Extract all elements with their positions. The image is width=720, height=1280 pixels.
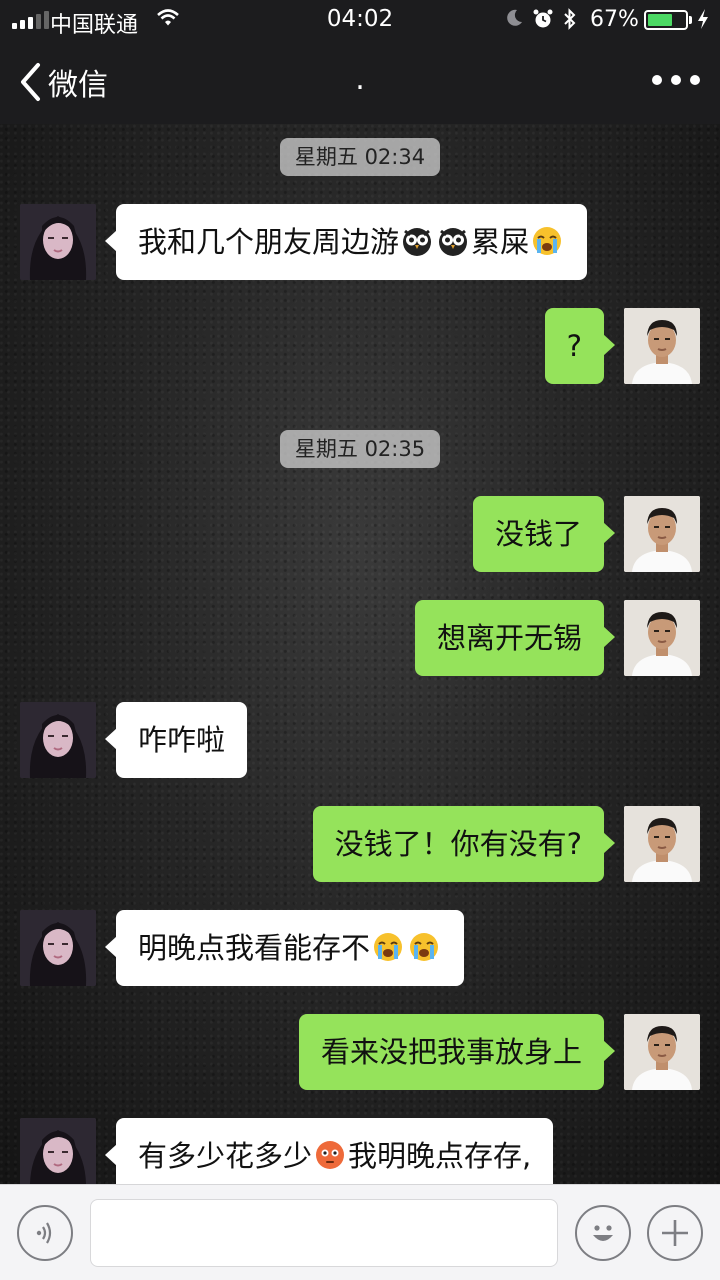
my-avatar[interactable]: [624, 308, 700, 384]
timestamp: 星期五 02:35: [280, 430, 440, 468]
crying-emoji: [533, 227, 562, 255]
message-bubble-sent[interactable]: 没钱了！你有没有?: [312, 806, 616, 882]
contact-avatar[interactable]: [20, 910, 96, 986]
smiley-face-icon: [593, 1225, 613, 1241]
message-bubble-received[interactable]: 有多少花多少 我明晚点存存,: [104, 1118, 554, 1184]
smiley-icon[interactable]: [575, 1205, 631, 1261]
message-text: 有多少花多少: [138, 1139, 313, 1173]
bluetooth-icon: [564, 8, 576, 30]
message-text: 看来没把我事放身上: [320, 1035, 582, 1069]
crying-emoji: [410, 933, 439, 961]
contact-avatar[interactable]: [20, 204, 96, 280]
message-bubble-received[interactable]: 咋咋啦: [104, 702, 248, 778]
my-avatar[interactable]: [624, 1014, 700, 1090]
more-dots-icon[interactable]: [652, 68, 700, 92]
battery-fill: [648, 14, 673, 26]
message-text-continued: 我明晚点存存,: [348, 1139, 532, 1173]
status-bar: 中国联通 04:02 67%: [0, 0, 720, 40]
message-text: 想离开无锡: [436, 621, 582, 655]
owl-emoji: [403, 228, 432, 256]
charging-icon: [698, 9, 708, 29]
message-text: 明晚点我看能存不: [138, 931, 371, 965]
message-text-continued: 累屎: [471, 225, 530, 259]
voice-icon[interactable]: [17, 1205, 73, 1261]
message-bubble-sent[interactable]: ?: [544, 308, 616, 384]
plus-icon[interactable]: [647, 1205, 703, 1261]
flushed-emoji: [316, 1141, 345, 1169]
my-avatar[interactable]: [624, 496, 700, 572]
message-bubble-sent[interactable]: 看来没把我事放身上: [298, 1014, 616, 1090]
battery-percent: 67%: [590, 7, 639, 32]
message-bubble-received[interactable]: 我和几个朋友周边游 累屎: [104, 204, 588, 280]
chat-area[interactable]: 星期五 02:34 我和几个朋友周边游 累屎 ? 星期五 02:35 没钱了 想离…: [0, 124, 720, 1184]
chat-title: .: [355, 62, 365, 97]
message-text: ?: [566, 329, 582, 363]
input-bar: [0, 1184, 720, 1280]
message-text: 我和几个朋友周边游: [138, 225, 400, 259]
plus-sign-icon: [662, 1220, 688, 1246]
contact-avatar[interactable]: [20, 1118, 96, 1184]
timestamp: 星期五 02:34: [280, 138, 440, 176]
message-bubble-received[interactable]: 明晚点我看能存不: [104, 910, 465, 986]
battery-tip: [689, 16, 692, 24]
my-avatar[interactable]: [624, 806, 700, 882]
message-bubble-sent[interactable]: 想离开无锡: [414, 600, 616, 676]
message-text: 咋咋啦: [138, 723, 226, 757]
message-input[interactable]: [90, 1199, 558, 1267]
my-avatar[interactable]: [624, 600, 700, 676]
crying-emoji: [374, 933, 403, 961]
battery-icon: [644, 10, 688, 30]
contact-avatar[interactable]: [20, 702, 96, 778]
voice-wave-icon: [36, 1222, 52, 1244]
alarm-icon: [533, 9, 553, 28]
nav-bar: 微信 .: [0, 40, 720, 124]
message-bubble-sent[interactable]: 没钱了: [472, 496, 616, 572]
message-text: 没钱了！你有没有?: [334, 827, 582, 861]
do-not-disturb-icon: [507, 9, 522, 26]
owl-emoji: [439, 228, 468, 256]
message-text: 没钱了: [494, 517, 582, 551]
